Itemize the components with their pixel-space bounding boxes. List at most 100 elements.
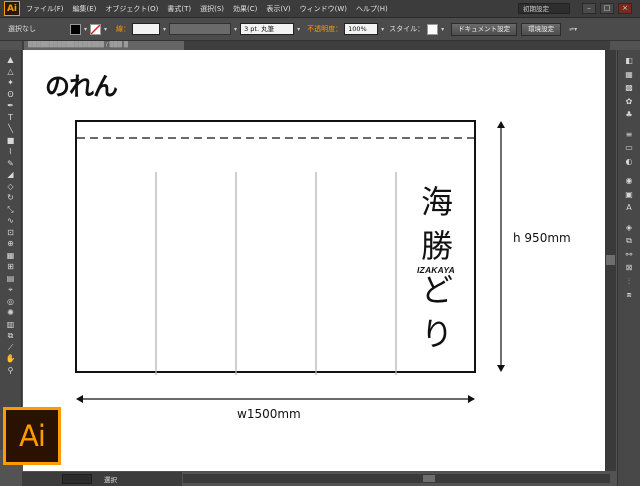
symbol-sprayer-tool-icon[interactable]: ✺	[4, 307, 18, 319]
artboards-icon[interactable]: ⧉	[622, 234, 636, 248]
shop-name-char-4: り	[421, 315, 454, 353]
artwork-title: のれん	[45, 72, 118, 101]
preferences-button[interactable]: 環境設定	[521, 22, 562, 36]
transparency-icon[interactable]: ◐	[622, 155, 636, 169]
maximize-button[interactable]: □	[600, 3, 614, 14]
align-icon[interactable]: ⫶	[622, 275, 636, 289]
character-icon[interactable]: A	[622, 201, 636, 215]
fill-swatch[interactable]	[70, 23, 81, 35]
mesh-tool-icon[interactable]: ⊞	[4, 261, 18, 273]
chevron-down-icon[interactable]: ▾	[441, 26, 444, 33]
blend-tool-icon[interactable]: ◎	[4, 296, 18, 308]
paintbrush-tool-icon[interactable]: ⌇	[4, 146, 18, 158]
stroke-swatch[interactable]	[90, 23, 102, 35]
artboard-canvas[interactable]: のれん 海 勝 IZAKAYA ど り h 950mm w1500mm	[23, 50, 605, 471]
rectangle-tool-icon[interactable]: ■	[4, 135, 18, 147]
menu-help[interactable]: ヘルプ(H)	[356, 4, 388, 14]
selection-tool-icon[interactable]: ▲	[4, 54, 18, 66]
close-button[interactable]: ×	[618, 3, 632, 14]
horizontal-scrollbar[interactable]	[183, 474, 610, 483]
brushes-icon[interactable]: ✿	[622, 95, 636, 109]
shop-name-char-2: 勝	[421, 227, 454, 265]
brush-field[interactable]: 3 pt. 丸筆	[240, 23, 295, 35]
gradient-panel-icon[interactable]: ▭	[622, 141, 636, 155]
free-transform-tool-icon[interactable]: ⊡	[4, 227, 18, 239]
menu-view[interactable]: 表示(V)	[266, 4, 290, 14]
layers-icon[interactable]: ◈	[622, 221, 636, 235]
vertical-scroll-thumb[interactable]	[606, 255, 615, 265]
menu-object[interactable]: オブジェクト(O)	[105, 4, 158, 14]
zoom-tool-icon[interactable]: ⚲	[4, 365, 18, 377]
document-tab-bar: ▒▒▒▒▒▒▒▒▒▒▒▒▒▒▒▒▒▒ / ▒▒▒ ▒	[22, 41, 610, 50]
pathfinder-icon[interactable]: ⧈	[622, 288, 636, 302]
type-tool-icon[interactable]: T	[4, 112, 18, 124]
stroke-weight-field[interactable]	[132, 23, 161, 35]
magic-wand-tool-icon[interactable]: ✦	[4, 77, 18, 89]
horizontal-scroll-thumb[interactable]	[423, 475, 435, 482]
perspective-grid-tool-icon[interactable]: ▦	[4, 250, 18, 262]
variable-width-field[interactable]	[169, 23, 232, 35]
chevron-down-icon[interactable]: ▾	[297, 26, 300, 33]
transform-icon[interactable]: ⊠	[622, 261, 636, 275]
color-guide-icon[interactable]: ▦	[622, 68, 636, 82]
status-bar: 選択	[22, 472, 182, 486]
eraser-tool-icon[interactable]: ◇	[4, 181, 18, 193]
tools-panel: ▲ △ ✦ ʘ ✒ T ╲ ■ ⌇ ✎ ◢ ◇ ↻ ⤡ ∿ ⊡ ⊕ ▦ ⊞ ▤ …	[0, 50, 22, 450]
rotate-tool-icon[interactable]: ↻	[4, 192, 18, 204]
menu-select[interactable]: 選択(S)	[200, 4, 224, 14]
chevron-down-icon[interactable]: ▾	[234, 26, 237, 33]
vertical-scrollbar[interactable]	[605, 50, 616, 471]
color-panel-icon[interactable]: ◧	[622, 54, 636, 68]
chevron-down-icon[interactable]: ▾	[381, 26, 384, 33]
eyedropper-tool-icon[interactable]: ⌖	[4, 284, 18, 296]
hand-tool-icon[interactable]: ✋	[4, 353, 18, 365]
slice-tool-icon[interactable]: ⟋	[4, 342, 18, 354]
selection-status: 選択なし	[8, 25, 36, 33]
graphic-styles-icon[interactable]: ▣	[622, 188, 636, 202]
pencil-tool-icon[interactable]: ✎	[4, 158, 18, 170]
graphic-style-swatch[interactable]	[427, 23, 439, 35]
zoom-field[interactable]	[62, 474, 92, 484]
menu-bar: Ai ファイル(F) 編集(E) オブジェクト(O) 書式(T) 選択(S) 効…	[0, 0, 640, 18]
column-graph-tool-icon[interactable]: ▥	[4, 319, 18, 331]
artboard-tool-icon[interactable]: ⧉	[4, 330, 18, 342]
app-logo-icon: Ai	[4, 1, 20, 16]
stroke-panel-icon[interactable]: ≡	[622, 128, 636, 142]
align-menu-icon[interactable]: ⇌▾	[569, 26, 577, 33]
chevron-down-icon[interactable]: ▾	[84, 26, 87, 33]
status-mode-text: 選択	[104, 476, 117, 484]
control-bar: 選択なし ▾ ▾ 線： ▾ ▾ 3 pt. 丸筆 ▾ 不透明度： 100% ▾ …	[0, 18, 640, 41]
menu-edit[interactable]: 編集(E)	[73, 4, 97, 14]
opacity-label[interactable]: 不透明度：	[307, 24, 342, 34]
workspace-switcher[interactable]: 初期設定	[518, 3, 570, 14]
scale-tool-icon[interactable]: ⤡	[4, 204, 18, 216]
minimize-button[interactable]: –	[582, 3, 596, 14]
shop-name-char-1: 海	[421, 183, 454, 221]
swatches-icon[interactable]: ▩	[622, 81, 636, 95]
menu-effect[interactable]: 効果(C)	[233, 4, 257, 14]
symbols-icon[interactable]: ♣	[622, 108, 636, 122]
style-label: スタイル：	[389, 25, 425, 33]
lasso-tool-icon[interactable]: ʘ	[4, 89, 18, 101]
line-tool-icon[interactable]: ╲	[4, 123, 18, 135]
opacity-field[interactable]: 100%	[344, 23, 379, 35]
pen-tool-icon[interactable]: ✒	[4, 100, 18, 112]
appearance-icon[interactable]: ◉	[622, 174, 636, 188]
links-icon[interactable]: ⚯	[622, 248, 636, 262]
document-tab[interactable]: ▒▒▒▒▒▒▒▒▒▒▒▒▒▒▒▒▒▒ / ▒▒▒ ▒	[24, 41, 184, 50]
menu-window[interactable]: ウィンドウ(W)	[300, 4, 347, 14]
warp-tool-icon[interactable]: ∿	[4, 215, 18, 227]
blob-brush-tool-icon[interactable]: ◢	[4, 169, 18, 181]
gradient-tool-icon[interactable]: ▤	[4, 273, 18, 285]
document-setup-button[interactable]: ドキュメント設定	[451, 22, 518, 36]
stroke-label[interactable]: 線：	[116, 24, 130, 34]
chevron-down-icon[interactable]: ▾	[104, 26, 107, 33]
shop-name-char-3: ど	[421, 271, 454, 309]
menu-file[interactable]: ファイル(F)	[26, 4, 64, 14]
shape-builder-tool-icon[interactable]: ⊕	[4, 238, 18, 250]
noren-curtain[interactable]: 海 勝 IZAKAYA ど り	[75, 120, 478, 375]
menu-type[interactable]: 書式(T)	[167, 4, 191, 14]
direct-selection-tool-icon[interactable]: △	[4, 66, 18, 78]
illustrator-logo-icon: Ai	[3, 407, 61, 465]
chevron-down-icon[interactable]: ▾	[163, 26, 166, 33]
